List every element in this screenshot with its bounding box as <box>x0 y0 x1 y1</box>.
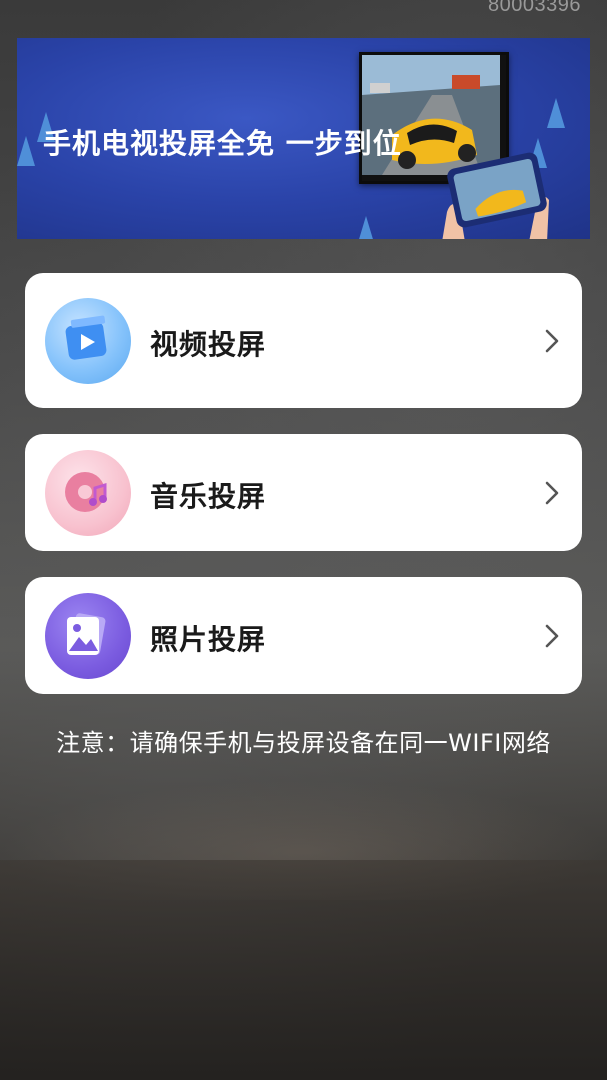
wifi-notice-text: 注意：请确保手机与投屏设备在同一WIFI网络 <box>56 729 551 757</box>
chevron-right-icon <box>545 329 559 353</box>
chevron-right-icon <box>545 481 559 505</box>
decor-cone <box>357 216 375 239</box>
banner-title: 手机电视投屏全免 一步到位 <box>43 127 402 160</box>
video-icon <box>45 298 131 384</box>
menu-item-label: 视频投屏 <box>150 328 267 361</box>
menu-item-label: 音乐投屏 <box>150 480 267 513</box>
hand-holding-phone-image <box>437 152 557 239</box>
menu-item-music-cast[interactable]: 音乐投屏 <box>25 434 582 551</box>
music-disc-icon <box>45 450 131 536</box>
menu-item-photo-cast[interactable]: 照片投屏 <box>25 577 582 694</box>
photo-icon <box>45 593 131 679</box>
menu-item-label: 照片投屏 <box>150 623 267 656</box>
chevron-right-icon <box>545 624 559 648</box>
promo-banner[interactable]: 手机电视投屏全免 一步到位 <box>17 38 590 239</box>
background-floor <box>0 860 607 1080</box>
decor-cone <box>547 98 565 128</box>
decor-cone <box>17 136 35 166</box>
device-id-text: 80003396 <box>488 0 581 16</box>
menu-item-video-cast[interactable]: 视频投屏 <box>25 273 582 408</box>
